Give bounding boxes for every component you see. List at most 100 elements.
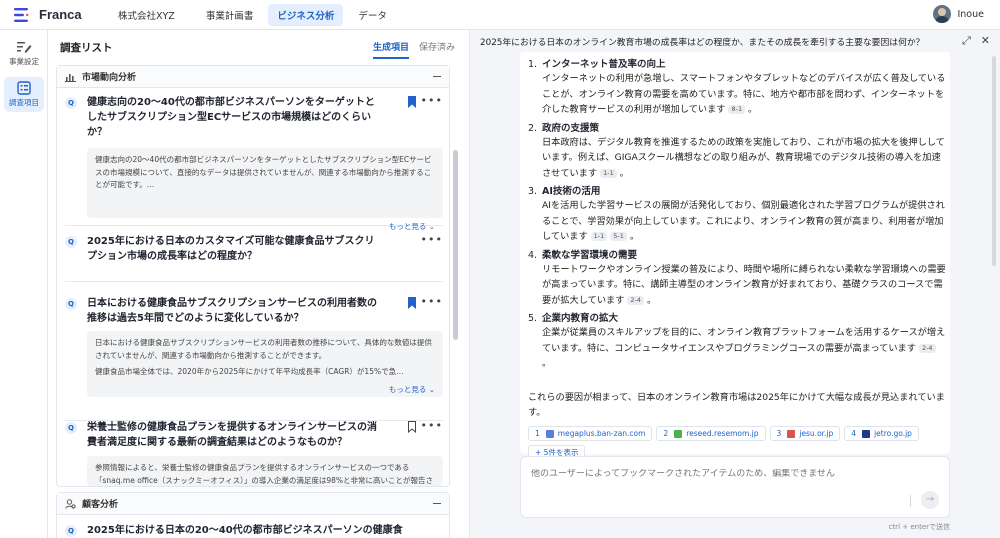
- panel-tabs: 生成項目 保存済み: [363, 40, 455, 59]
- company-name[interactable]: 株式会社XYZ: [118, 8, 175, 22]
- show-more-link[interactable]: もっと見る ⌄: [389, 221, 435, 232]
- research-list-panel: 調査リスト 生成項目 保存済み 市場動向分析 Q 健康志向の20〜40代の都市部…: [48, 30, 470, 538]
- section-market-trend: 市場動向分析 Q 健康志向の20〜40代の都市部ビジネスパーソンをターゲットとし…: [56, 65, 450, 487]
- reason-title: 柔軟な学習環境の需要: [542, 249, 638, 261]
- app-logo[interactable]: Franca: [14, 7, 118, 22]
- question-title: 2025年における日本のカスタマイズ可能な健康食品サブスクリプション市場の成長率…: [87, 236, 375, 262]
- section-title: 市場動向分析: [82, 73, 137, 83]
- show-more-link[interactable]: もっと見る ⌄: [389, 384, 435, 395]
- reason-number: 1.: [528, 59, 538, 70]
- panel-title: 調査リスト: [60, 42, 113, 54]
- source-chip[interactable]: 3 jesu.or.jp: [769, 426, 841, 441]
- reason-title: AI技術の活用: [542, 186, 601, 197]
- reason-list: 1. インターネット普及率の向上 インターネットの利用が急増し、スマートフォンやタ…: [528, 58, 946, 376]
- section-customer-analysis: 顧客分析 Q 2025年における日本の20〜40代の都市部ビジネスパーソンの健康…: [56, 492, 450, 538]
- tab-business-analysis[interactable]: ビジネス分析: [268, 3, 344, 26]
- message-input[interactable]: [531, 469, 891, 479]
- franca-logo-icon: [14, 7, 29, 22]
- chat-panel: 2025年における日本のオンライン教育市場の成長率はどの程度か、またその成長を牽…: [470, 30, 1000, 538]
- citation-chip[interactable]: 8-1: [728, 105, 746, 114]
- expand-icon[interactable]: ⤢: [962, 34, 971, 48]
- reason-number: 4.: [528, 249, 538, 261]
- citation-chip[interactable]: 5-1: [610, 232, 627, 241]
- bookmark-outline-icon[interactable]: [407, 421, 417, 433]
- list-item[interactable]: Q 健康志向の20〜40代の都市部ビジネスパーソンをターゲットとしたサブスクリプ…: [65, 95, 443, 231]
- section-header[interactable]: 市場動向分析: [57, 66, 449, 88]
- tab-business-plan[interactable]: 事業計画書: [197, 4, 263, 26]
- more-icon[interactable]: •••: [421, 420, 443, 431]
- rail-item-business-settings[interactable]: 事業設定: [4, 36, 44, 71]
- reason-body: 企業が従業員のスキルアップを目的に、オンライン教育プラットフォームを活用するケー…: [542, 327, 946, 354]
- close-icon[interactable]: ✕: [981, 34, 990, 48]
- rail-item-survey-items[interactable]: 調査項目: [4, 77, 44, 112]
- answer-conclusion: これらの要因が相まって、日本のオンライン教育市場は2025年にかけて大幅な成長が…: [528, 392, 945, 418]
- summary-text: 健康食品市場全体では、2020年から2025年にかけて年平均成長率（CAGR）が…: [95, 367, 404, 376]
- avatar: [933, 5, 952, 23]
- bar-chart-icon: [65, 73, 76, 82]
- site-favicon-icon: [545, 429, 554, 438]
- chat-scrollbar[interactable]: [992, 56, 996, 266]
- more-icon[interactable]: •••: [421, 95, 443, 106]
- tab-generated[interactable]: 生成項目: [372, 40, 409, 59]
- show-more-label: もっと見る: [388, 385, 427, 394]
- site-favicon-icon: [862, 429, 871, 438]
- reason-item: 4. 柔軟な学習環境の需要 リモートワークやオンライン授業の普及により、時間や場所…: [528, 249, 946, 306]
- collapse-icon[interactable]: [433, 503, 441, 504]
- source-index: 3: [776, 429, 782, 438]
- question-badge: Q: [65, 236, 77, 248]
- citation-chip[interactable]: 2-4: [627, 295, 645, 305]
- app-name: Franca: [39, 7, 82, 22]
- edit-settings-icon: [17, 42, 32, 53]
- site-favicon-icon: [674, 429, 683, 438]
- user-name: Inoue: [957, 8, 984, 20]
- summary-text: 健康志向の20〜40代の都市部ビジネスパーソンをターゲットとしたサブスクリプショ…: [95, 155, 432, 189]
- site-favicon-icon: [787, 429, 796, 438]
- message-composer: →: [520, 456, 950, 518]
- source-domain: megaplus.ban-zan.com: [557, 429, 646, 438]
- reason-number: 3.: [528, 186, 538, 197]
- source-domain: jetro.go.jp: [874, 429, 912, 438]
- rail-label: 事業設定: [9, 57, 39, 66]
- citation-chip[interactable]: 1-1: [590, 232, 608, 241]
- bookmark-filled-icon[interactable]: [407, 96, 417, 108]
- source-chip[interactable]: 4 jetro.go.jp: [844, 426, 919, 441]
- section-header[interactable]: 顧客分析: [57, 493, 449, 515]
- reason-item: 1. インターネット普及率の向上 インターネットの利用が急増し、スマートフォンやタ…: [528, 59, 946, 115]
- source-chip[interactable]: 2 reseed.resemom.jp: [656, 426, 766, 441]
- question-badge: Q: [65, 97, 77, 109]
- list-item[interactable]: Q 2025年における日本の20〜40代の都市部ビジネスパーソンの健康食: [65, 523, 443, 538]
- show-more-label: もっと見る: [388, 222, 427, 231]
- chat-question-title: 2025年における日本のオンライン教育市場の成長率はどの程度か、またその成長を牽…: [480, 38, 925, 48]
- user-menu[interactable]: Inoue: [933, 5, 984, 23]
- left-rail: 事業設定 調査項目: [0, 30, 48, 538]
- answer-card: 1. インターネット普及率の向上 インターネットの利用が急増し、スマートフォンやタ…: [520, 52, 950, 460]
- source-chip[interactable]: 1 megaplus.ban-zan.com: [528, 426, 653, 441]
- question-title: 日本における健康食品サブスクリプションサービスの利用者数の推移は過去5年間でどの…: [87, 298, 377, 324]
- source-index: 1: [535, 429, 540, 438]
- more-icon[interactable]: •••: [421, 296, 443, 307]
- list-scrollbar[interactable]: [453, 150, 458, 340]
- source-domain: reseed.resemom.jp: [686, 429, 759, 438]
- chat-controls: ⤢ ✕: [952, 34, 990, 48]
- send-hint: ctrl + enterで送信: [888, 523, 950, 531]
- reason-item: 3. AI技術の活用 AIを活用した学習サービスの展開が活発化しており、個別最適化…: [528, 186, 945, 242]
- tab-saved[interactable]: 保存済み: [419, 40, 455, 59]
- reason-title: インターネット普及率の向上: [542, 59, 666, 70]
- source-index: 4: [851, 429, 857, 438]
- list-item[interactable]: Q 日本における健康食品サブスクリプションサービスの利用者数の推移は過去5年間で…: [65, 296, 443, 421]
- list-item[interactable]: Q 2025年における日本のカスタマイズ可能な健康食品サブスクリプション市場の成…: [65, 234, 443, 282]
- citation-chip[interactable]: 2-4: [918, 343, 936, 353]
- question-badge: Q: [65, 422, 77, 434]
- collapse-icon[interactable]: [433, 76, 441, 77]
- customer-icon: [65, 498, 76, 509]
- send-button[interactable]: →: [921, 491, 939, 509]
- reason-number: 2.: [528, 122, 538, 134]
- more-icon[interactable]: •••: [421, 234, 443, 245]
- question-badge: Q: [65, 525, 77, 537]
- question-title: 健康志向の20〜40代の都市部ビジネスパーソンをターゲットとしたサブスクリプショ…: [87, 97, 375, 138]
- citation-chip[interactable]: 1-1: [600, 168, 617, 178]
- question-badge: Q: [65, 298, 77, 310]
- list-item[interactable]: Q 栄養士監修の健康食品プランを提供するオンラインサービスの消費者満足度に関する…: [65, 420, 443, 486]
- tab-data[interactable]: データ: [349, 4, 396, 26]
- bookmark-filled-icon[interactable]: [407, 297, 417, 309]
